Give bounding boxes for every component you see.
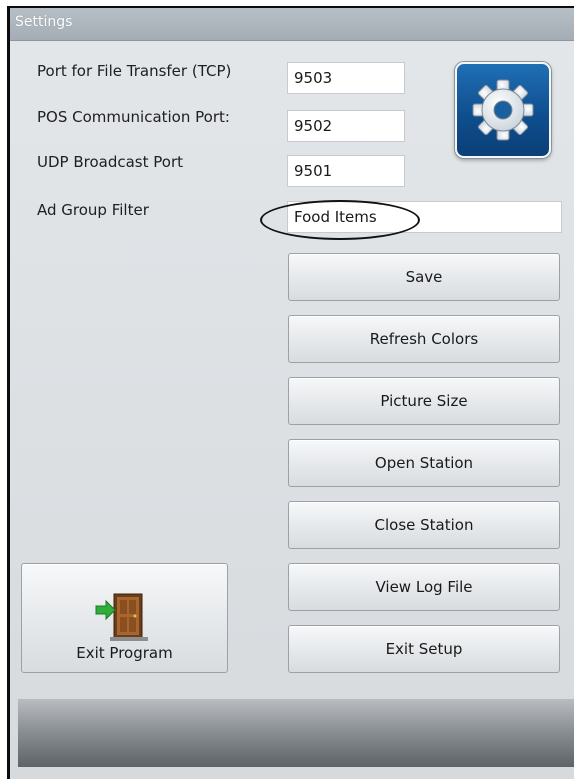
tcp-port-label: Port for File Transfer (TCP)	[37, 62, 232, 80]
picture-size-button[interactable]: Picture Size	[288, 377, 560, 425]
view-log-file-button[interactable]: View Log File	[288, 563, 560, 611]
settings-panel: Port for File Transfer (TCP) POS Communi…	[10, 41, 574, 779]
udp-port-field[interactable]	[287, 155, 405, 187]
settings-window: Settings Port for File Transfer (TCP) PO…	[7, 6, 574, 779]
close-station-button[interactable]: Close Station	[288, 501, 560, 549]
exit-program-button[interactable]: Exit Program	[21, 563, 228, 673]
udp-port-label: UDP Broadcast Port	[37, 153, 184, 171]
title-bar: Settings	[10, 8, 574, 41]
pos-port-label: POS Communication Port:	[37, 108, 230, 126]
footer-bar	[18, 699, 574, 767]
exit-program-label: Exit Program	[76, 644, 173, 662]
open-station-button[interactable]: Open Station	[288, 439, 560, 487]
ad-group-field[interactable]	[287, 201, 562, 233]
gear-icon	[455, 62, 551, 158]
ad-group-label: Ad Group Filter	[37, 201, 149, 219]
save-button[interactable]: Save	[288, 253, 560, 301]
window-title: Settings	[15, 14, 73, 30]
refresh-colors-button[interactable]: Refresh Colors	[288, 315, 560, 363]
pos-port-field[interactable]	[287, 110, 405, 142]
door-exit-icon	[95, 593, 148, 641]
exit-setup-button[interactable]: Exit Setup	[288, 625, 560, 673]
tcp-port-field[interactable]	[287, 62, 405, 94]
